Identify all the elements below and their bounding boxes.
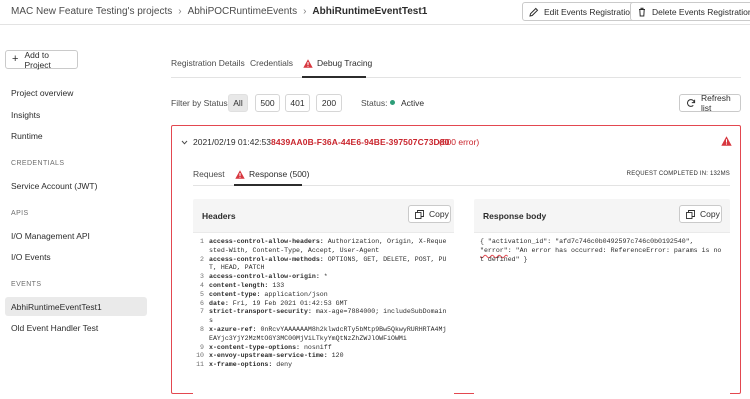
- plus-icon: +: [12, 53, 19, 65]
- json-text: { "activation_id": "afd7c746c0b0492597c7…: [480, 238, 722, 263]
- sidebar-item-service-account[interactable]: Service Account (JWT): [5, 176, 147, 195]
- events-heading: EVENTS: [11, 281, 42, 288]
- subtab-active-indicator: [234, 184, 302, 186]
- code-line: 8 x-azure-ref: 0nRcvYAAAAAAM8h2klwdcRTy5b…: [200, 325, 447, 342]
- trace-request-id: 8439AA0B-F36A-44E6-94BE-397507C73D80: [271, 137, 450, 147]
- chevron-right-icon: ›: [178, 6, 182, 17]
- response-body-title: Response body: [483, 211, 547, 221]
- copy-icon: [415, 209, 424, 219]
- code-line: 9 x-content-type-options: nosniff: [200, 343, 332, 351]
- copy-icon: [686, 209, 695, 219]
- code-line: 2 access-control-allow-methods: OPTIONS, …: [200, 255, 447, 272]
- chevron-right-icon: ›: [303, 6, 307, 17]
- alert-icon: [235, 169, 245, 179]
- refresh-icon: [686, 98, 696, 108]
- edit-events-registration-button[interactable]: Edit Events Registration: [522, 2, 643, 21]
- response-body-panel: Response body Copy { "activation_id": "a…: [474, 199, 730, 395]
- breadcrumb-item-project[interactable]: AbhiPOCRuntimeEvents: [188, 6, 298, 17]
- request-completed-label: REQUEST COMPLETED IN: 132MS: [626, 171, 730, 177]
- code-line: 3 access-control-allow-origin: *: [200, 273, 328, 281]
- tab-credentials[interactable]: Credentials: [250, 58, 293, 68]
- top-bar: MAC New Feature Testing's projects › Abh…: [0, 0, 750, 25]
- code-line: 10 x-envoy-upstream-service-time: 120: [196, 352, 344, 360]
- code-line: 4 content-length: 133: [200, 281, 285, 289]
- refresh-list-button[interactable]: Refresh list: [679, 93, 741, 113]
- filter-label: Filter by Status:: [171, 98, 231, 108]
- filter-200-button[interactable]: 200: [316, 94, 342, 112]
- status-dot: [390, 100, 395, 105]
- sidebar-item-insights[interactable]: Insights: [5, 105, 147, 124]
- credentials-heading: CREDENTIALS: [11, 160, 65, 167]
- tab-response[interactable]: Response (500): [235, 169, 309, 179]
- code-line: 5 content-type: application/json: [200, 290, 328, 298]
- apis-heading: APIS: [11, 210, 29, 217]
- alert-icon: [303, 58, 313, 68]
- tab-bar: Registration Details Credentials Debug T…: [171, 52, 741, 78]
- code-line: 6 date: Fri, 19 Feb 2021 01:42:53 GMT: [200, 299, 348, 307]
- delete-events-registration-button[interactable]: Delete Events Registration: [630, 2, 750, 21]
- code-line: 7 strict-transport-security: max-age=7884…: [200, 308, 447, 325]
- pencil-icon: [529, 7, 539, 17]
- filter-500-button[interactable]: 500: [255, 94, 280, 112]
- code-line: 11 x-frame-options: deny: [196, 361, 293, 369]
- headers-title: Headers: [202, 211, 236, 221]
- breadcrumb-item-projects[interactable]: MAC New Feature Testing's projects: [11, 6, 172, 17]
- tab-request[interactable]: Request: [193, 169, 225, 179]
- headers-panel: Headers Copy 1 access-control-allow-heade…: [193, 199, 454, 395]
- tab-active-indicator: [302, 76, 366, 78]
- trace-row-toggle[interactable]: 2021/02/19 01:42:53: [181, 137, 271, 147]
- tab-registration-details[interactable]: Registration Details: [171, 58, 245, 68]
- chevron-down-icon: [181, 140, 188, 145]
- sidebar-item-project-overview[interactable]: Project overview: [5, 83, 147, 102]
- sidebar: + Add to Project Project overview Insigh…: [0, 26, 160, 399]
- trace-status-text: (500 error): [439, 137, 480, 147]
- sidebar-item-abhi-runtime-event[interactable]: AbhiRuntimeEventTest1: [5, 297, 147, 316]
- sidebar-item-old-event-handler[interactable]: Old Event Handler Test: [5, 318, 147, 337]
- filter-all-button[interactable]: All: [228, 94, 248, 112]
- request-response-tabs: Request Response (500) REQUEST COMPLETED…: [193, 162, 730, 186]
- copy-headers-button[interactable]: Copy: [408, 205, 451, 223]
- alert-icon: [721, 136, 732, 146]
- sidebar-item-io-management-api[interactable]: I/O Management API: [5, 226, 147, 245]
- breadcrumb: MAC New Feature Testing's projects › Abh…: [11, 6, 427, 17]
- sidebar-item-runtime[interactable]: Runtime: [5, 126, 147, 145]
- trace-card: 2021/02/19 01:42:53 8439AA0B-F36A-44E6-9…: [171, 125, 741, 395]
- tab-debug-tracing[interactable]: Debug Tracing: [303, 58, 372, 68]
- sidebar-item-io-events[interactable]: I/O Events: [5, 247, 147, 266]
- add-to-project-button[interactable]: + Add to Project: [5, 50, 78, 70]
- response-body-code: { "activation_id": "afd7c746c0b0492597c7…: [474, 232, 730, 395]
- breadcrumb-current: AbhiRuntimeEventTest1: [312, 6, 428, 17]
- json-error-key: "error": [480, 246, 508, 254]
- filter-401-button[interactable]: 401: [285, 94, 310, 112]
- copy-response-body-button[interactable]: Copy: [679, 205, 722, 223]
- headers-code: 1 access-control-allow-headers: Authoriza…: [193, 232, 454, 395]
- trash-icon: [637, 7, 647, 17]
- trace-timestamp: 2021/02/19 01:42:53: [193, 137, 271, 147]
- status-value: Active: [401, 98, 425, 108]
- code-line: 1 access-control-allow-headers: Authoriza…: [200, 238, 447, 254]
- status-label: Status:: [361, 98, 388, 108]
